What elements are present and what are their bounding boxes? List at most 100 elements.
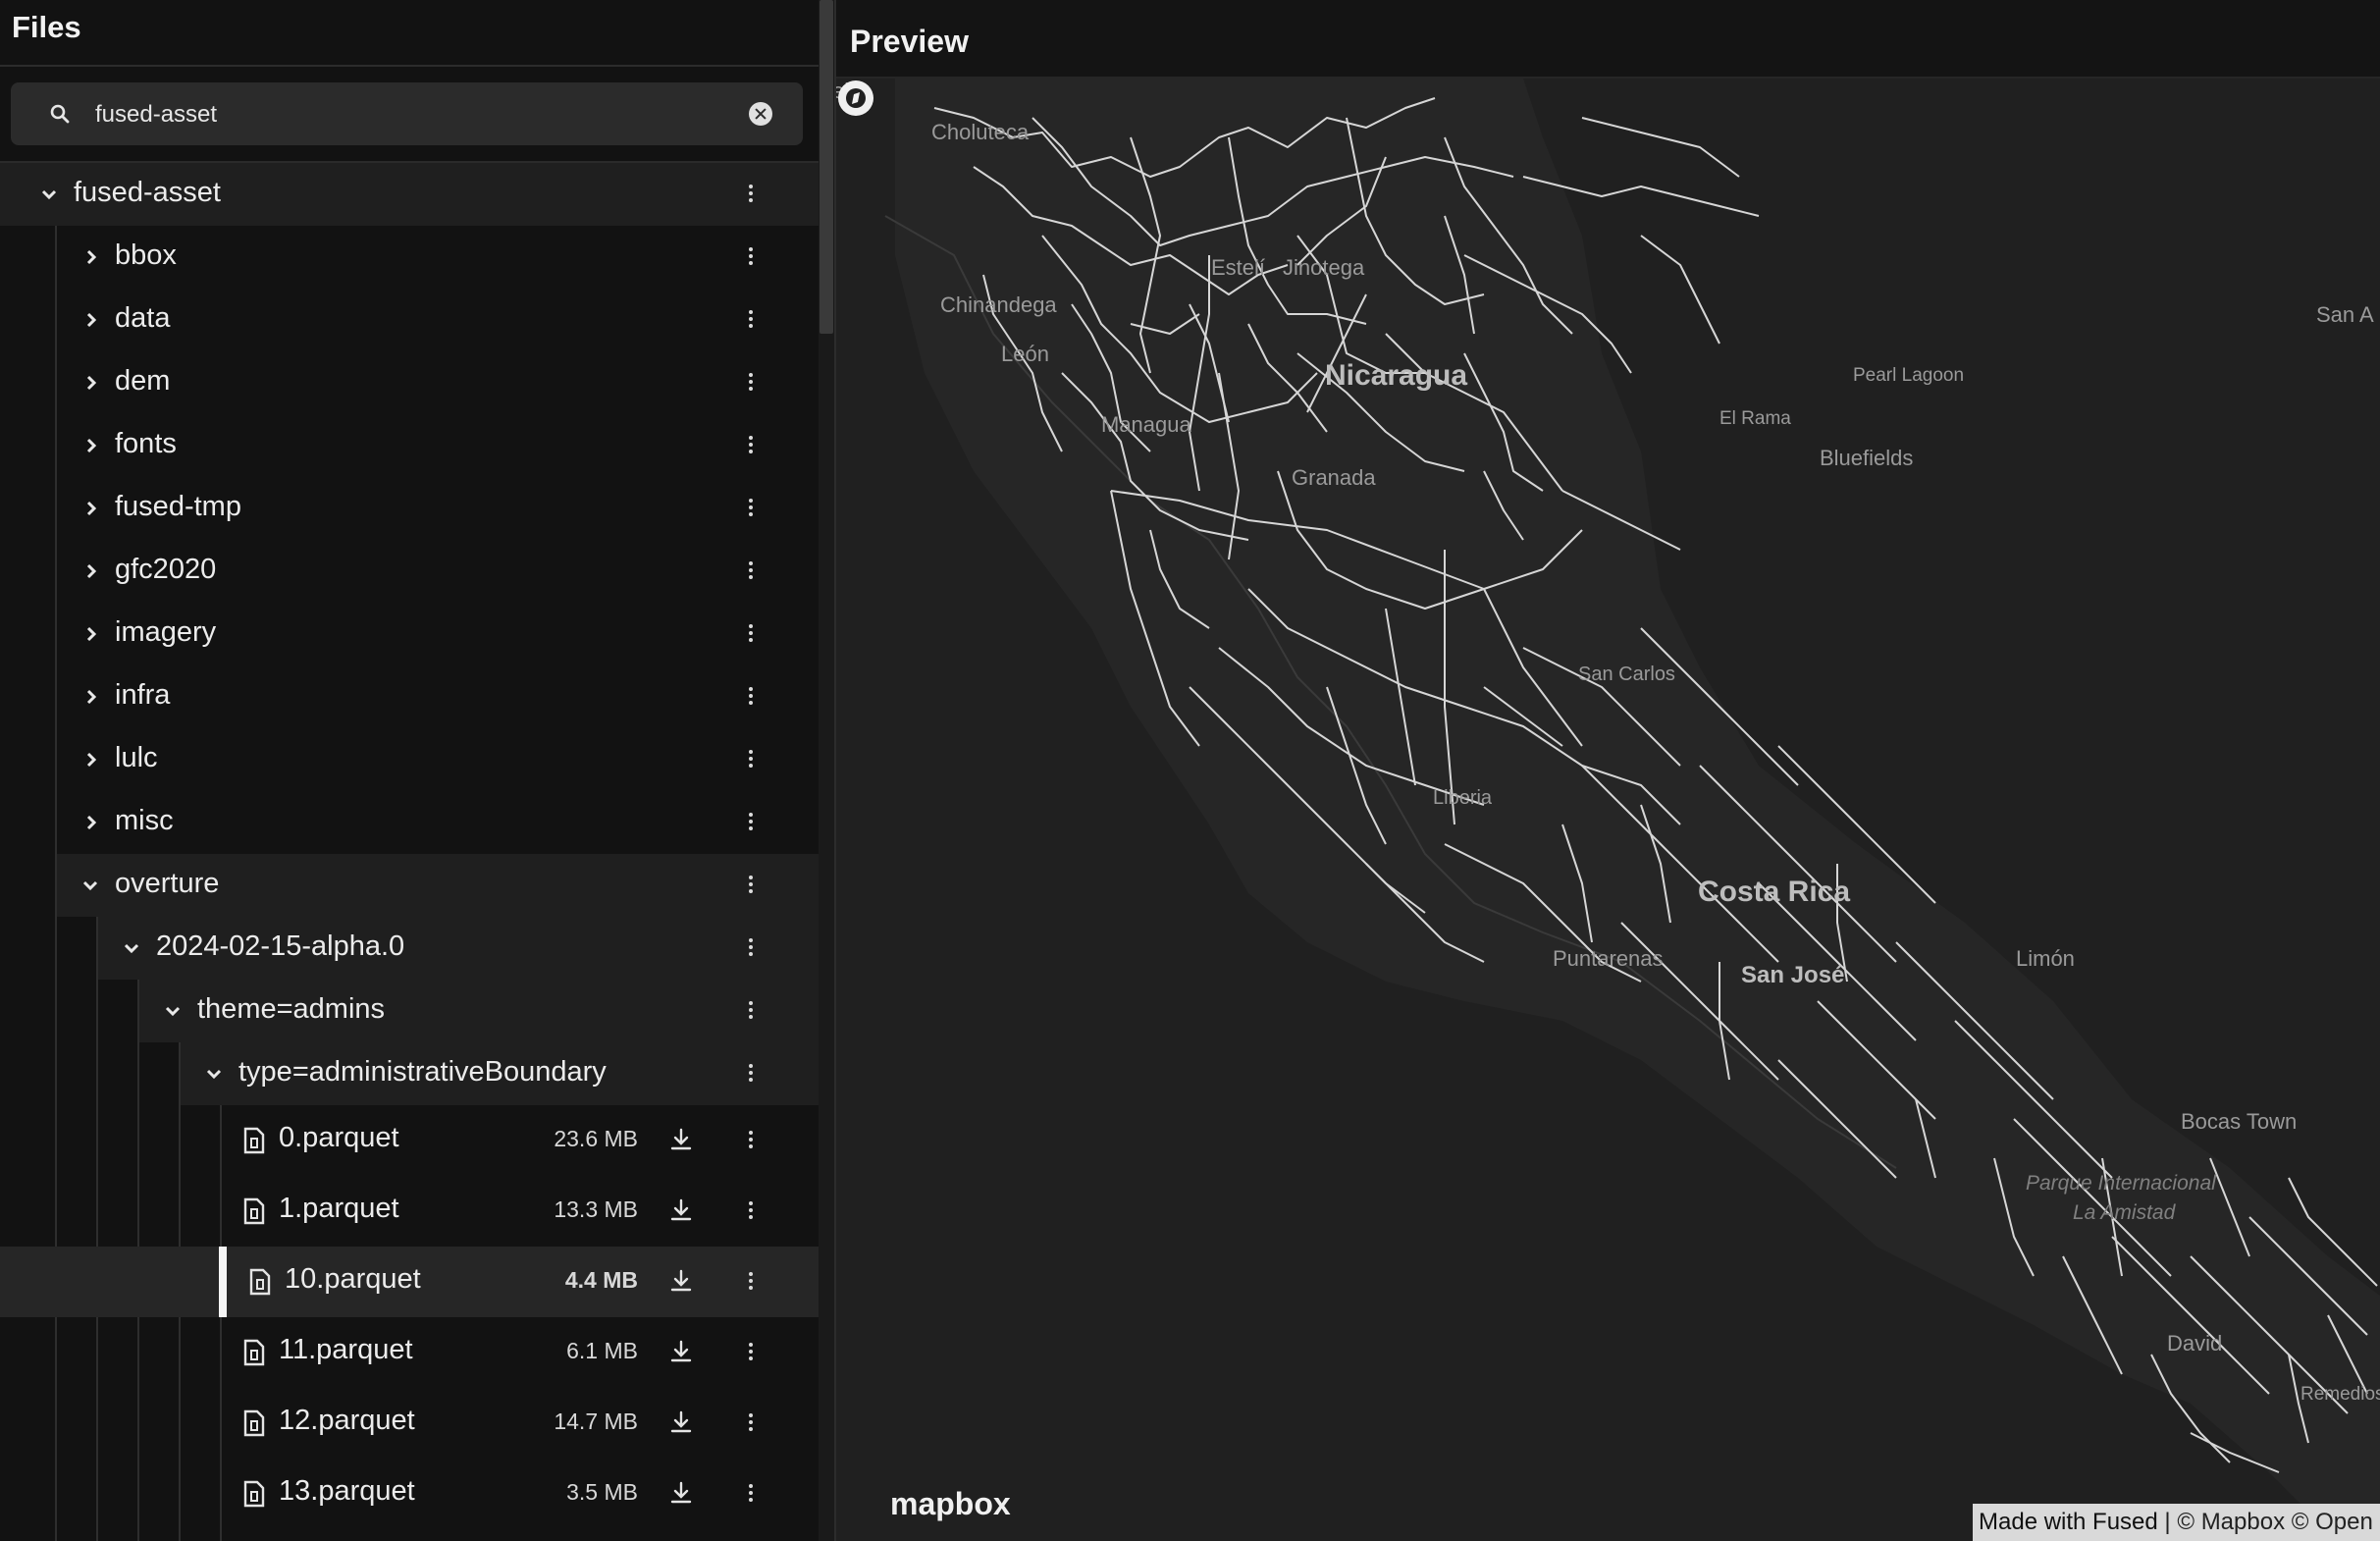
more-options-icon[interactable] xyxy=(743,811,759,834)
more-options-icon[interactable] xyxy=(743,1411,759,1435)
file-size: 4.4 MB xyxy=(564,1267,638,1293)
map-place-label: Limón xyxy=(2016,946,2075,971)
download-icon[interactable] xyxy=(668,1268,694,1294)
map-place-label: Remedios xyxy=(2301,1384,2380,1405)
tree-folder-infra[interactable]: infra xyxy=(0,665,819,728)
mapbox-logo-icon[interactable] xyxy=(836,79,875,118)
download-icon[interactable] xyxy=(668,1480,694,1506)
more-options-icon[interactable] xyxy=(743,245,759,269)
tree-folder-fused-tmp[interactable]: fused-tmp xyxy=(0,477,819,540)
tree-folder-2024-02-15-alpha-0[interactable]: 2024-02-15-alpha.0 xyxy=(98,917,819,980)
file-size: 23.6 MB xyxy=(554,1126,638,1151)
files-title: Files xyxy=(12,10,81,44)
tree-folder-label: imagery xyxy=(115,616,217,648)
map-canvas[interactable]: el Choluteca Estelí Jinotega Chinandega … xyxy=(836,79,2380,1541)
tree-folder-theme-admins[interactable]: theme=admins xyxy=(139,980,819,1042)
more-options-icon[interactable] xyxy=(743,1270,759,1294)
more-options-icon[interactable] xyxy=(743,1129,759,1152)
file-row-selected[interactable]: 10.parquet 4.4 MB xyxy=(0,1247,819,1317)
tree-folder-label: fonts xyxy=(115,428,177,459)
tree-folder-overture[interactable]: overture xyxy=(57,854,819,917)
more-options-icon[interactable] xyxy=(743,1341,759,1364)
file-row[interactable]: 11.parquet 6.1 MB xyxy=(0,1317,819,1388)
attribution-credits[interactable]: | © Mapbox © Open xyxy=(2158,1509,2372,1535)
download-icon[interactable] xyxy=(668,1127,694,1152)
tree-folder-label: gfc2020 xyxy=(115,554,217,585)
mapbox-logo-text: mapbox xyxy=(890,1486,1011,1521)
map-place-label: Liberia xyxy=(1433,787,1493,809)
tree-folder-misc[interactable]: misc xyxy=(0,791,819,854)
tree-folder-lulc[interactable]: lulc xyxy=(0,728,819,791)
map-place-label: Costa Rica xyxy=(1698,876,1851,908)
chevron-down-icon xyxy=(206,1069,222,1080)
map-place-label: Estelí xyxy=(1211,255,1266,280)
map-place-label: David xyxy=(2167,1331,2223,1355)
map-place-label: León xyxy=(1001,342,1049,366)
tree-folder-dem[interactable]: dem xyxy=(0,351,819,414)
search-input[interactable] xyxy=(93,94,725,135)
files-header: Files xyxy=(0,0,819,67)
more-options-icon[interactable] xyxy=(743,1062,759,1086)
map-place-label: Pearl Lagoon xyxy=(1853,365,1965,386)
file-icon xyxy=(243,1409,265,1437)
chevron-right-icon xyxy=(86,249,97,265)
more-options-icon[interactable] xyxy=(743,999,759,1023)
tree-folder-label: type=administrativeBoundary xyxy=(238,1056,607,1088)
preview-header: Preview xyxy=(836,0,2380,79)
scrollbar-thumb[interactable] xyxy=(820,0,833,334)
more-options-icon[interactable] xyxy=(743,685,759,709)
tree-folder-label: dem xyxy=(115,365,171,397)
map-place-label: Bluefields xyxy=(1820,446,1914,470)
more-options-icon[interactable] xyxy=(743,497,759,520)
map-place-label: Puntarenas xyxy=(1553,946,1664,971)
more-options-icon[interactable] xyxy=(743,874,759,897)
more-options-icon[interactable] xyxy=(743,559,759,583)
chevron-right-icon xyxy=(86,312,97,328)
file-row[interactable]: 13.parquet 3.5 MB xyxy=(0,1459,819,1529)
tree-folder-label: bbox xyxy=(115,239,177,271)
more-options-icon[interactable] xyxy=(743,183,759,206)
more-options-icon[interactable] xyxy=(743,1482,759,1506)
tree-folder-data[interactable]: data xyxy=(0,289,819,351)
file-row[interactable]: 1.parquet 13.3 MB xyxy=(0,1176,819,1247)
attribution-made-with[interactable]: Made with Fused xyxy=(1979,1509,2158,1535)
chevron-right-icon xyxy=(86,563,97,579)
download-icon[interactable] xyxy=(668,1197,694,1223)
chevron-down-icon xyxy=(41,189,57,200)
map-place-label: Managua xyxy=(1101,412,1191,437)
tree-folder-fonts[interactable]: fonts xyxy=(0,414,819,477)
tree-folder-label: infra xyxy=(115,679,171,711)
file-icon xyxy=(243,1339,265,1366)
tree-folder-label: lulc xyxy=(115,742,158,773)
tree-folder-label: data xyxy=(115,302,171,334)
download-icon[interactable] xyxy=(668,1339,694,1364)
more-options-icon[interactable] xyxy=(743,1199,759,1223)
tree-folder-type-administrative-boundary[interactable]: type=administrativeBoundary xyxy=(181,1042,819,1105)
more-options-icon[interactable] xyxy=(743,371,759,395)
more-options-icon[interactable] xyxy=(743,936,759,960)
map-attribution[interactable]: Made with Fused | © Mapbox © Open xyxy=(1973,1504,2380,1541)
file-row[interactable]: 0.parquet 23.6 MB xyxy=(0,1105,819,1176)
more-options-icon[interactable] xyxy=(743,622,759,646)
search-icon xyxy=(50,104,70,124)
file-row[interactable]: 12.parquet 14.7 MB xyxy=(0,1388,819,1459)
clear-search-icon[interactable] xyxy=(749,102,772,126)
file-name: 11.parquet xyxy=(279,1334,413,1365)
chevron-down-icon xyxy=(82,880,98,891)
preview-title: Preview xyxy=(850,24,969,59)
search-box[interactable] xyxy=(11,82,803,145)
map-place-label: La Amistad xyxy=(2073,1201,2176,1224)
map-place-label: Jinotega xyxy=(1283,255,1365,280)
tree-folder-fused-asset[interactable]: fused-asset xyxy=(0,163,819,226)
file-name: 12.parquet xyxy=(279,1405,415,1436)
tree-folder-label: theme=admins xyxy=(197,993,386,1025)
more-options-icon[interactable] xyxy=(743,434,759,457)
more-options-icon[interactable] xyxy=(743,308,759,332)
tree-folder-gfc2020[interactable]: gfc2020 xyxy=(0,540,819,603)
download-icon[interactable] xyxy=(668,1409,694,1435)
tree-folder-bbox[interactable]: bbox xyxy=(0,226,819,289)
tree-folder-imagery[interactable]: imagery xyxy=(0,603,819,665)
more-options-icon[interactable] xyxy=(743,748,759,771)
file-name: 1.parquet xyxy=(279,1193,399,1224)
tree-folder-label: overture xyxy=(115,868,220,899)
